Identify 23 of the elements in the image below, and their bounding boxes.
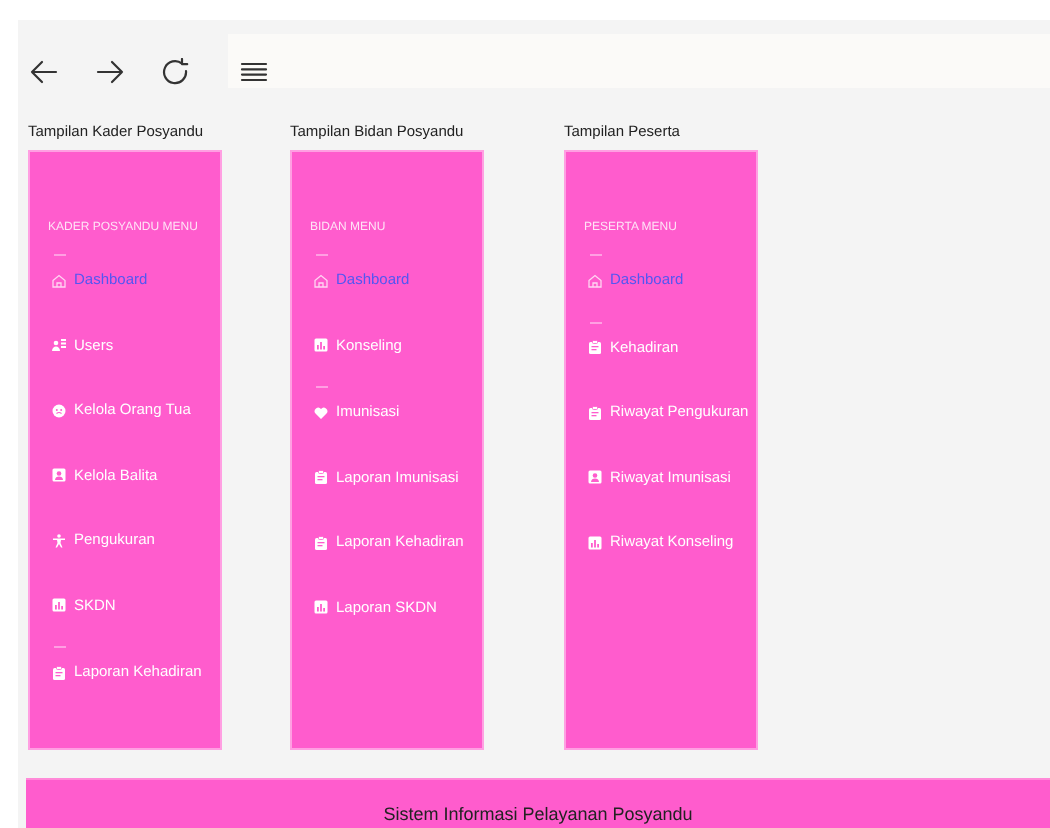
clipboard-icon bbox=[314, 535, 328, 549]
clipboard-icon bbox=[588, 405, 602, 419]
users-icon bbox=[52, 338, 66, 352]
person-card-icon bbox=[52, 468, 66, 482]
clipboard-icon bbox=[588, 340, 602, 354]
home-icon bbox=[588, 273, 602, 287]
back-icon[interactable] bbox=[30, 58, 58, 86]
clipboard-icon bbox=[52, 665, 66, 679]
person-card-icon bbox=[588, 470, 602, 484]
forward-icon[interactable] bbox=[96, 58, 124, 86]
clipboard-icon bbox=[314, 470, 328, 484]
home-icon bbox=[52, 273, 66, 287]
home-icon bbox=[314, 273, 328, 287]
figure-icon bbox=[52, 533, 66, 547]
footer-text: Sistem Informasi Pelayanan Posyandu bbox=[383, 804, 693, 826]
face-icon bbox=[52, 403, 66, 417]
chart-icon bbox=[588, 535, 602, 549]
chart-icon bbox=[314, 338, 328, 352]
reload-icon[interactable] bbox=[162, 58, 190, 86]
chart-icon bbox=[52, 598, 66, 612]
chart-icon bbox=[314, 600, 328, 614]
heart-icon bbox=[314, 405, 328, 419]
menu-icon[interactable] bbox=[240, 58, 268, 86]
